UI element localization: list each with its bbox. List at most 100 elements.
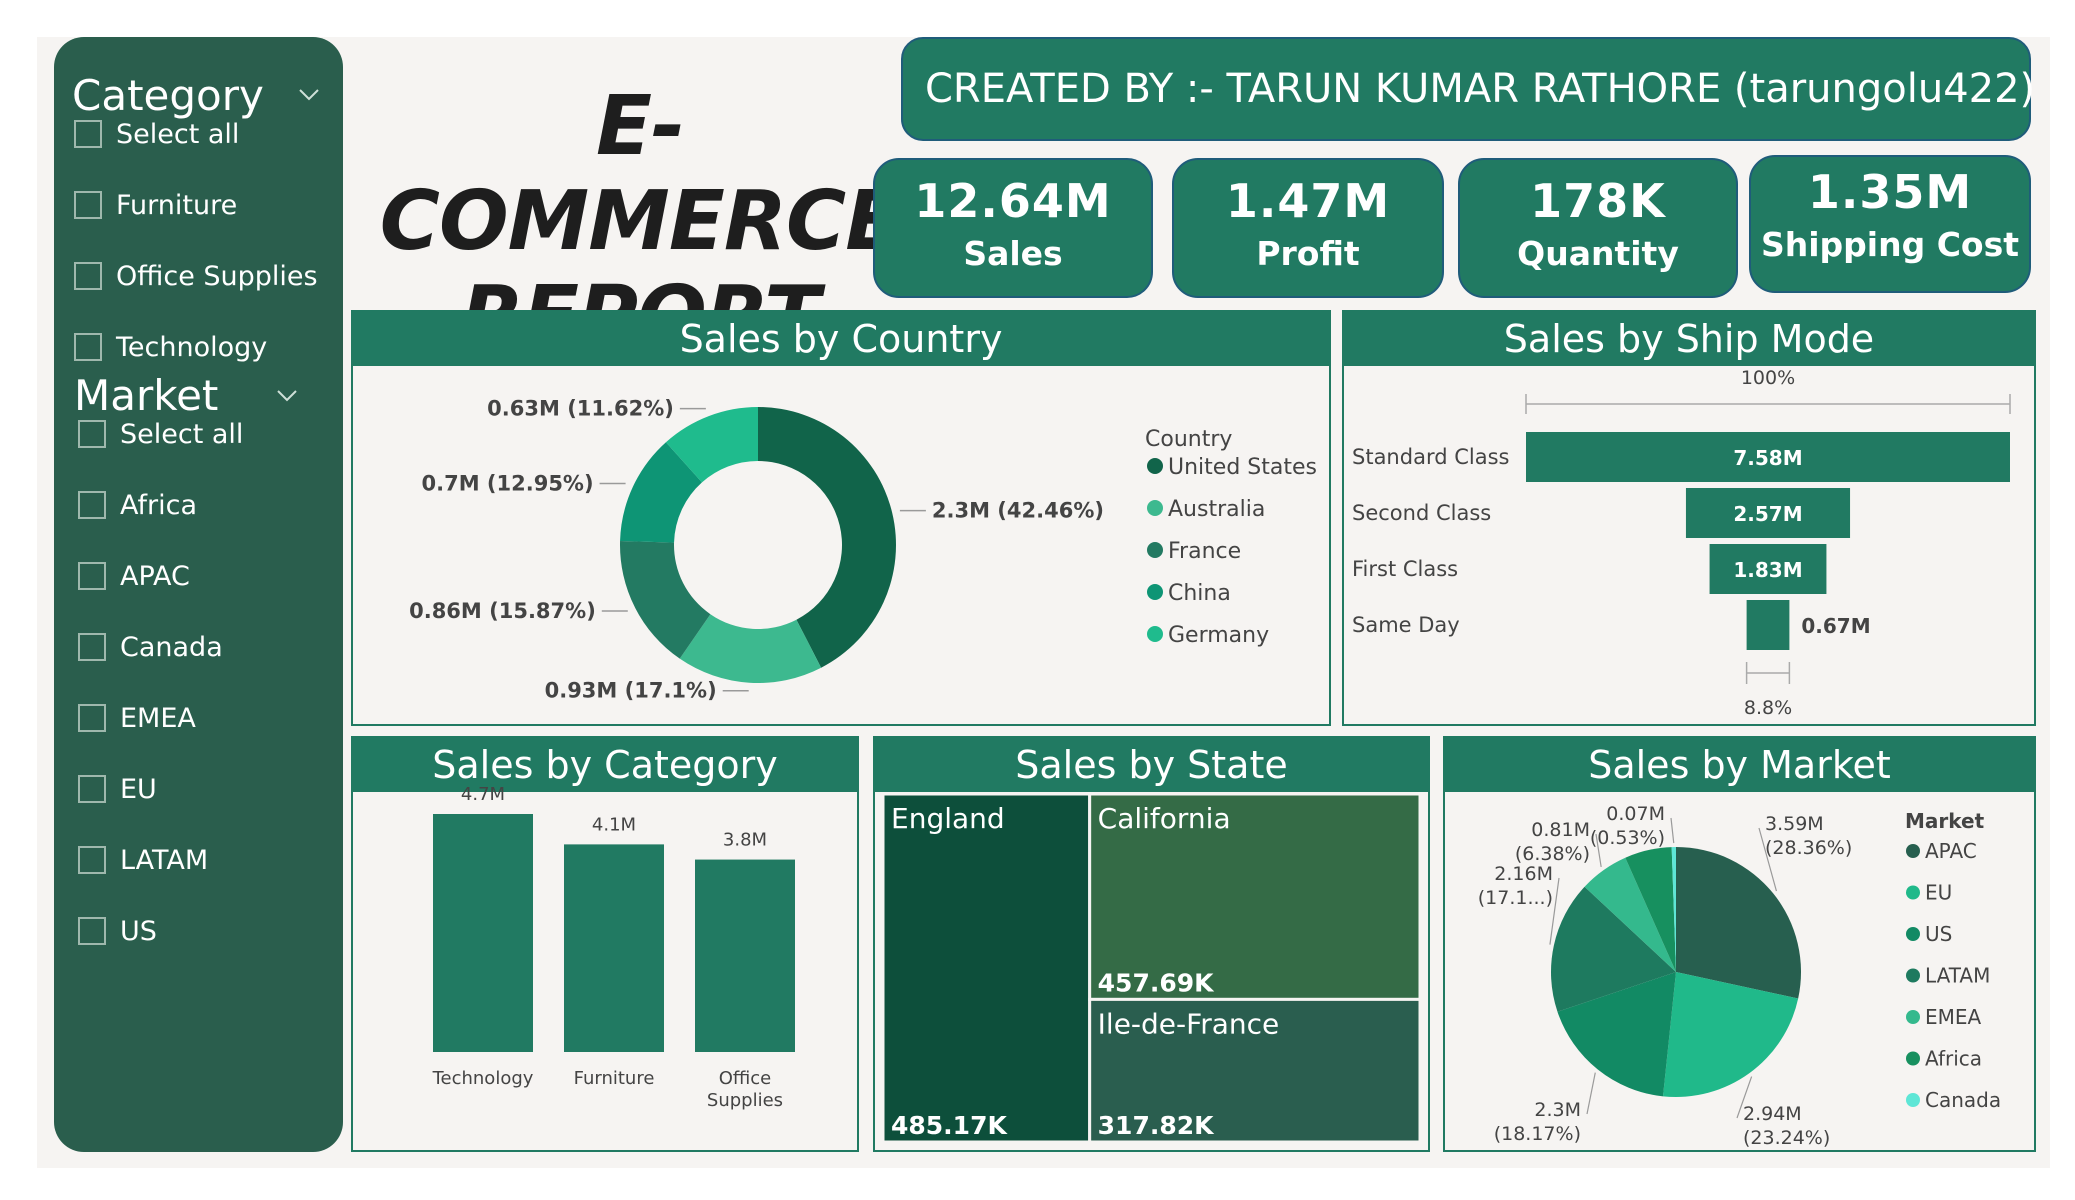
data-label: 2.16M	[1494, 863, 1553, 885]
legend-marker	[1147, 500, 1163, 516]
kpi-card-quantity: 178K Quantity	[1458, 158, 1738, 298]
category-slicer-title: Category	[72, 71, 264, 120]
slicer-option-label: LATAM	[120, 844, 209, 876]
checkbox[interactable]	[78, 491, 106, 519]
kpi-value: 178K	[1530, 174, 1666, 228]
leader-line	[1670, 817, 1675, 844]
slicer-option-label: APAC	[120, 560, 190, 592]
legend-item: Africa	[1925, 1047, 1982, 1071]
category-bar-chart[interactable]: 4.7M Technology 4.1M Furniture 3.8M OfficeSup…	[353, 738, 857, 1150]
kpi-value: 12.64M	[914, 174, 1112, 228]
legend-item: Australia	[1168, 497, 1265, 522]
bar-value-label: 4.1M	[592, 814, 636, 835]
slicer-option-label: Africa	[120, 489, 198, 521]
bar-value-label: 7.58M	[1733, 446, 1802, 470]
legend-item: EMEA	[1925, 1005, 1982, 1029]
slicer-option[interactable]: Select all	[78, 416, 243, 452]
top-percent-label: 100%	[1741, 367, 1795, 389]
legend-marker	[1906, 885, 1920, 900]
data-label: 2.3M	[1534, 1099, 1581, 1121]
data-label: 0.93M (17.1%)	[545, 679, 717, 703]
slicer-option[interactable]: Canada	[78, 629, 223, 665]
bar-value-label: 3.8M	[723, 830, 767, 851]
chevron-down-icon[interactable]	[298, 83, 320, 105]
category-label: Second Class	[1352, 501, 1491, 525]
treemap-tile[interactable]	[881, 792, 1092, 1144]
slicer-option[interactable]: Select all	[74, 116, 239, 152]
sales-by-market-panel: Sales by Market 3.59M (28.36%) 2.94M (23.24…	[1443, 736, 2036, 1152]
tile-value-label: 485.17K	[891, 1111, 1008, 1140]
data-label: 3.59M	[1765, 813, 1824, 835]
slicer-option-label: Select all	[116, 118, 240, 150]
slicer-option-label: EU	[120, 773, 157, 805]
data-label: (6.38%)	[1515, 843, 1590, 865]
tile-value-label: 317.82K	[1098, 1111, 1215, 1140]
legend-marker	[1147, 584, 1163, 600]
data-label: 0.07M	[1606, 803, 1665, 825]
tile-name-label: Ile-de-France	[1098, 1007, 1280, 1040]
data-label: 2.94M	[1743, 1103, 1802, 1125]
slicer-option[interactable]: Furniture	[74, 187, 237, 223]
tile-name-label: California	[1098, 802, 1231, 835]
legend-marker	[1906, 927, 1920, 941]
slicer-option[interactable]: Office Supplies	[74, 258, 318, 294]
checkbox[interactable]	[78, 846, 106, 874]
data-label: 0.63M (11.62%)	[487, 397, 674, 421]
sales-by-country-panel: Sales by Country 2.3M (42.46%) 0.93M (17.…	[351, 310, 1331, 726]
funnel-bar[interactable]	[1746, 600, 1790, 650]
checkbox[interactable]	[74, 262, 102, 290]
state-treemap-chart[interactable]: England 485.17K California 457.69K Ile-de-Fr…	[875, 738, 1428, 1150]
slicer-option[interactable]: LATAM	[78, 842, 208, 878]
sales-by-state-panel: Sales by State England 485.17K California 4…	[873, 736, 1430, 1152]
category-bar[interactable]	[433, 814, 533, 1052]
data-label: (18.17%)	[1494, 1123, 1581, 1145]
sales-by-category-panel: Sales by Category 4.7M Technology 4.1M Furn…	[351, 736, 859, 1152]
kpi-label: Sales	[963, 234, 1063, 273]
checkbox[interactable]	[78, 562, 106, 590]
chevron-down-icon[interactable]	[276, 384, 298, 406]
slicer-option[interactable]: EMEA	[78, 700, 196, 736]
filter-sidebar: Category Select all Furniture Office Suppl…	[54, 37, 343, 1152]
slicer-option[interactable]: Africa	[78, 487, 197, 523]
kpi-label: Shipping Cost	[1760, 225, 2020, 264]
category-bar[interactable]	[695, 859, 795, 1052]
country-donut-chart[interactable]: 2.3M (42.46%) 0.93M (17.1%) 0.86M (15.87%)…	[353, 312, 1329, 724]
legend-item: Canada	[1925, 1088, 2001, 1112]
x-tick-label: Furniture	[574, 1068, 655, 1089]
category-label: Standard Class	[1352, 445, 1509, 469]
data-label: 0.7M (12.95%)	[422, 472, 594, 496]
checkbox[interactable]	[78, 775, 106, 803]
slicer-option-label: Office Supplies	[116, 260, 318, 292]
slicer-option[interactable]: APAC	[78, 558, 190, 594]
market-pie-chart[interactable]: 3.59M(28.36%) 2.94M(23.24%) 2.3M(18.17%) 2.…	[1445, 738, 2034, 1150]
pie-slice[interactable]	[1676, 847, 1801, 999]
checkbox[interactable]	[78, 704, 106, 732]
kpi-label: Quantity	[1517, 234, 1679, 273]
slicer-option[interactable]: US	[78, 913, 157, 949]
slicer-option[interactable]: EU	[78, 771, 157, 807]
legend-title: Market	[1905, 809, 1985, 833]
tile-value-label: 457.69K	[1098, 968, 1215, 997]
bar-value-label: 2.57M	[1733, 502, 1802, 526]
legend-item: France	[1168, 539, 1241, 564]
ship-mode-funnel-chart[interactable]: 100% Standard Class 7.58M Second Class 2.57M…	[1344, 312, 2034, 724]
legend-marker	[1147, 542, 1163, 558]
checkbox[interactable]	[74, 191, 102, 219]
x-tick-label: Office	[719, 1068, 772, 1089]
market-slicer-title: Market	[74, 371, 219, 420]
slicer-option-label: EMEA	[120, 702, 196, 734]
category-bar[interactable]	[564, 844, 664, 1052]
checkbox[interactable]	[78, 420, 106, 448]
category-label: Same Day	[1352, 613, 1460, 637]
legend-item: US	[1925, 922, 1952, 946]
report-canvas: Category Select all Furniture Office Suppl…	[37, 37, 2050, 1168]
checkbox[interactable]	[78, 917, 106, 945]
legend-marker	[1147, 458, 1163, 474]
page-title-line1: E-COMMERCE	[379, 79, 901, 269]
checkbox[interactable]	[74, 120, 102, 148]
checkbox[interactable]	[78, 633, 106, 661]
checkbox[interactable]	[74, 333, 102, 361]
slicer-option[interactable]: Technology	[74, 329, 267, 365]
kpi-value: 1.47M	[1225, 174, 1391, 228]
slicer-option-label: Select all	[120, 418, 244, 450]
